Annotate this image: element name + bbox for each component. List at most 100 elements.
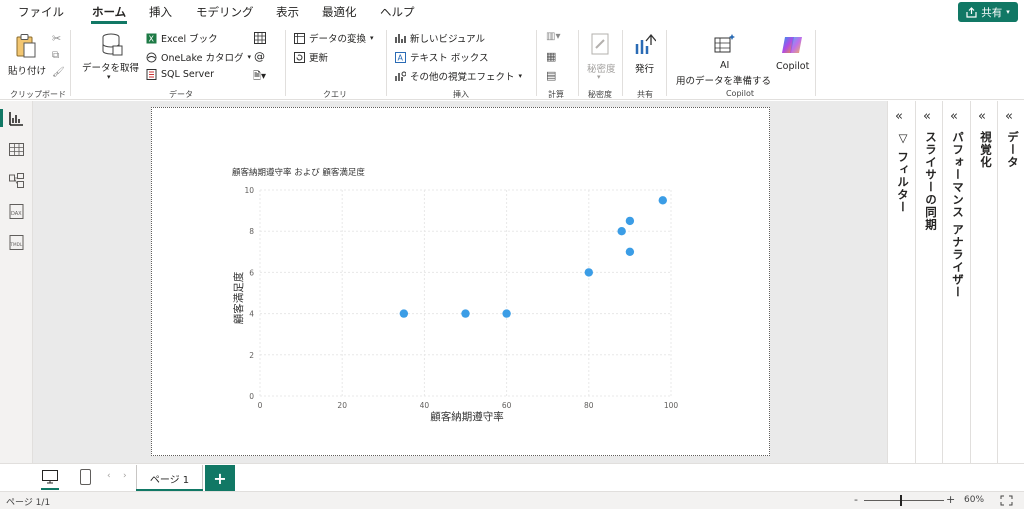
mobile-layout-icon[interactable] <box>80 469 91 485</box>
zoom-slider-thumb[interactable] <box>900 495 902 506</box>
tmdl-view-icon[interactable]: TMDL <box>8 234 25 251</box>
text-box-button[interactable]: A テキスト ボックス <box>395 50 488 64</box>
tab-page-1[interactable]: ページ 1 <box>136 465 203 492</box>
recent-sources-icon[interactable]: 🗎▾ <box>253 69 266 86</box>
zoom-slider-track[interactable] <box>864 500 944 501</box>
expand-icon[interactable]: « <box>978 109 986 124</box>
scatter-point[interactable] <box>617 227 626 236</box>
database-icon[interactable] <box>100 32 124 58</box>
transform-label: データの変換 <box>309 34 367 45</box>
share-label: 共有 <box>981 6 1003 19</box>
copy-icon[interactable]: ⧉ <box>52 50 59 61</box>
active-layout-indicator <box>41 488 59 490</box>
y-tick-label: 0 <box>249 392 254 401</box>
filters-pane[interactable]: « ▽ フィルター <box>887 101 915 463</box>
table-view-icon[interactable] <box>8 141 25 158</box>
menu-modeling[interactable]: モデリング <box>196 4 254 20</box>
page-indicator: ページ 1/1 <box>6 498 51 508</box>
more-visuals-button[interactable]: その他の視覚エフェクト ▾ <box>395 69 522 83</box>
sql-server-button[interactable]: SQL Server <box>146 69 214 80</box>
scatter-point[interactable] <box>584 268 593 277</box>
add-page-button[interactable]: + <box>205 465 235 492</box>
y-tick-label: 10 <box>244 186 254 195</box>
cut-icon[interactable]: ✂ <box>52 32 61 45</box>
excel-workbook-button[interactable]: X Excel ブック <box>146 31 218 45</box>
transform-data-button[interactable]: データの変換 ▾ <box>294 31 374 45</box>
calculator-icon[interactable]: ▤ <box>546 69 556 82</box>
visualizations-pane[interactable]: « 視覚化 <box>970 101 997 463</box>
dataverse-icon[interactable]: @ <box>254 50 265 63</box>
share-button[interactable]: 共有 ▾ <box>958 2 1018 22</box>
chevron-down-icon: ▾ <box>370 34 374 42</box>
separator <box>285 30 286 96</box>
x-axis-label: 顧客納期遵守率 <box>430 410 504 423</box>
paste-button[interactable]: 貼り付け <box>8 63 46 77</box>
expand-icon[interactable]: « <box>1005 109 1013 124</box>
separator <box>666 30 667 96</box>
menu-optimize[interactable]: 最適化 <box>322 4 357 20</box>
scatter-point[interactable] <box>658 196 667 205</box>
status-bar: ページ 1/1 - + 60% <box>0 491 1024 509</box>
expand-icon[interactable]: « <box>950 109 958 124</box>
copilot-button[interactable]: Copilot <box>776 61 809 72</box>
scroll-right-icon[interactable]: › <box>123 471 127 481</box>
scroll-left-icon[interactable]: ‹ <box>107 471 111 481</box>
separator <box>70 30 71 96</box>
scatter-point[interactable] <box>399 309 409 318</box>
publish-button[interactable]: 発行 <box>635 61 654 75</box>
scatter-point[interactable] <box>461 309 470 318</box>
get-data-button[interactable]: データを取得 <box>82 60 139 74</box>
ai-label-line1: AI <box>720 60 730 71</box>
quick-measure-icon[interactable]: ▦ <box>546 50 556 63</box>
sql-server-icon <box>146 69 157 80</box>
new-visual-button[interactable]: 新しいビジュアル <box>395 31 485 45</box>
scatter-point[interactable] <box>625 247 635 256</box>
svg-text:DAX: DAX <box>11 211 22 217</box>
transform-icon <box>294 32 305 44</box>
new-measure-icon[interactable]: ▥▾ <box>546 31 560 42</box>
desktop-layout-icon[interactable] <box>42 470 58 484</box>
scatter-chart[interactable]: 02468100 20 40 60 80 100 顧客納期遵守率 顧客満足度 <box>152 108 769 455</box>
performance-analyzer-pane[interactable]: « パフォーマンス アナライザー <box>942 101 970 463</box>
zoom-in-icon[interactable]: + <box>946 493 955 506</box>
report-view-icon[interactable] <box>8 110 25 127</box>
refresh-button[interactable]: 更新 <box>294 50 328 64</box>
y-tick-label: 8 <box>249 227 254 236</box>
expand-icon[interactable]: « <box>923 109 931 124</box>
dax-query-view-icon[interactable]: DAX <box>8 203 25 220</box>
chevron-down-icon: ▾ <box>518 72 523 80</box>
x-tick-label: 0 <box>258 401 263 410</box>
report-canvas: 顧客納期遵守率 および 顧客満足度 0 2 4 6 8 10 0 20 40 60 80 100 顧客… <box>33 101 887 463</box>
onelake-catalog-button[interactable]: OneLake カタログ ▾ <box>146 50 251 64</box>
model-view-icon[interactable] <box>8 172 25 189</box>
performance-analyzer-label: パフォーマンス アナライザー <box>951 131 965 299</box>
menu-help[interactable]: ヘルプ <box>380 4 415 20</box>
share-icon <box>966 6 977 18</box>
onelake-icon <box>146 52 157 62</box>
format-painter-icon[interactable]: 🖌 <box>52 67 65 78</box>
refresh-icon <box>294 51 305 63</box>
menu-insert[interactable]: 挿入 <box>149 4 172 20</box>
zoom-out-icon[interactable]: - <box>854 493 858 506</box>
report-page[interactable]: 顧客納期遵守率 および 顧客満足度 0 2 4 6 8 10 0 20 40 60 80 100 顧客… <box>151 107 770 456</box>
filter-icon: ▽ <box>896 131 910 152</box>
slicer-sync-pane[interactable]: « スライサーの同期 <box>915 101 942 463</box>
paste-icon[interactable] <box>14 33 38 59</box>
sensitivity-button[interactable]: 秘密度 <box>587 61 616 75</box>
scatter-point[interactable] <box>625 216 635 226</box>
svg-text:X: X <box>149 34 155 43</box>
scatter-point[interactable] <box>502 309 511 318</box>
menu-view[interactable]: 表示 <box>276 4 299 20</box>
data-group-label: データ <box>169 90 193 99</box>
menu-file[interactable]: ファイル <box>18 4 64 20</box>
separator <box>536 30 537 96</box>
enter-data-icon[interactable] <box>254 32 266 44</box>
y-tick-label: 2 <box>249 351 254 360</box>
menu-home[interactable]: ホーム <box>92 4 126 20</box>
fit-to-page-icon[interactable] <box>1000 495 1013 506</box>
data-pane[interactable]: « データ <box>997 101 1024 463</box>
insert-group-label: 挿入 <box>453 90 469 99</box>
bar-chart-icon <box>395 33 406 43</box>
expand-icon[interactable]: « <box>895 109 903 124</box>
prepare-data-for-ai-button[interactable]: 用のデータを準備する <box>676 73 771 87</box>
